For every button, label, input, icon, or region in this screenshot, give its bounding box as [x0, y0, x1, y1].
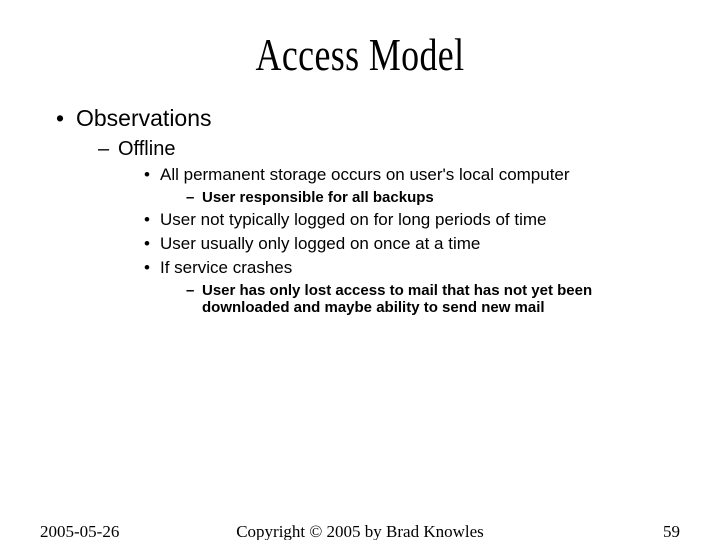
slide-footer: Copyright © 2005 by Brad Knowles 2005-05…: [0, 522, 720, 540]
bullet-backups: User responsible for all backups: [186, 189, 680, 206]
bullet-storage: All permanent storage occurs on user's l…: [144, 165, 680, 206]
bullet-text: Offline: [118, 138, 175, 160]
bullet-text: User not typically logged on for long pe…: [160, 210, 546, 229]
bullet-observations: Observations Offline All permanent stora…: [56, 105, 680, 316]
bullet-logged-once: User usually only logged on once at a ti…: [144, 234, 680, 254]
bullet-lost-access: User has only lost access to mail that h…: [186, 282, 680, 316]
bullet-text: User usually only logged on once at a ti…: [160, 234, 480, 253]
slide-title: Access Model: [79, 28, 641, 81]
footer-page-number: 59: [663, 522, 680, 540]
bullet-text: User responsible for all backups: [202, 189, 434, 206]
slide: Access Model Observations Offline All pe…: [0, 28, 720, 540]
bullet-not-logged-long: User not typically logged on for long pe…: [144, 210, 680, 230]
bullet-if-crashes: If service crashes User has only lost ac…: [144, 258, 680, 316]
footer-date: 2005-05-26: [40, 522, 119, 540]
slide-body: Observations Offline All permanent stora…: [0, 105, 720, 316]
bullet-offline: Offline All permanent storage occurs on …: [98, 138, 680, 316]
bullet-text: If service crashes: [160, 258, 292, 277]
bullet-text: All permanent storage occurs on user's l…: [160, 165, 570, 184]
bullet-text: User has only lost access to mail that h…: [202, 282, 592, 316]
bullet-text: Observations: [76, 105, 212, 131]
